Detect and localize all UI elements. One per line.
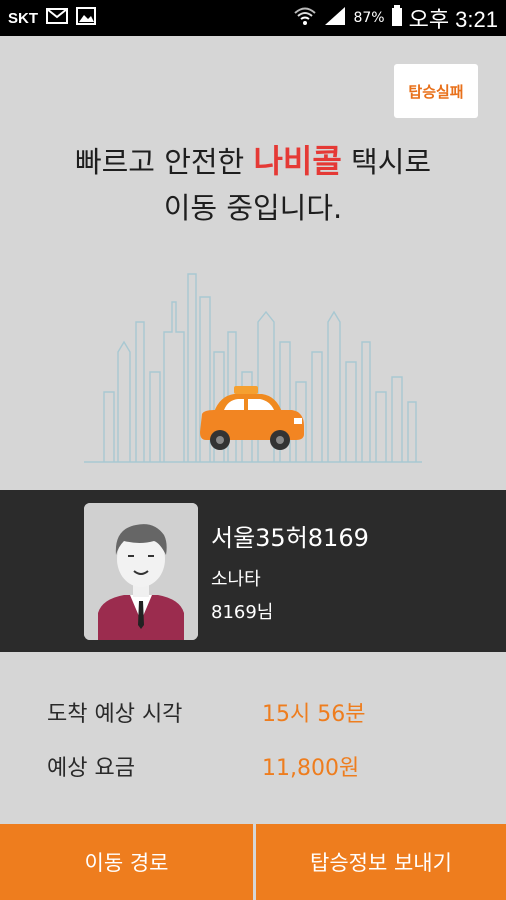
driver-avatar: [84, 503, 198, 640]
brand-name: 나비콜: [253, 142, 342, 180]
wifi-icon: [293, 6, 317, 30]
clock: 오후 3:21: [408, 7, 498, 32]
boarding-failed-button[interactable]: 탑승실패: [394, 64, 478, 118]
car-model: 소나타: [211, 569, 261, 590]
signal-icon: [323, 6, 347, 30]
headline-line2: 이동 중입니다.: [163, 191, 343, 225]
fare-value: 11,800원: [262, 756, 360, 781]
status-bar: SKT 87% 오후 3:21: [0, 0, 506, 36]
bottom-action-bar: 이동 경로 탑승정보 보내기: [0, 824, 506, 900]
headline-text-pre: 빠르고 안전한: [74, 145, 254, 179]
eta-value: 15시 56분: [262, 702, 366, 727]
mail-icon: [46, 8, 68, 28]
status-headline: 빠르고 안전한 나비콜 택시로 이동 중입니다.: [0, 138, 506, 231]
carrier-label: SKT: [8, 9, 38, 27]
city-taxi-illustration: [84, 273, 422, 463]
gallery-icon: [76, 7, 96, 29]
headline-text-post: 택시로: [341, 145, 432, 179]
battery-percent: 87%: [353, 10, 385, 26]
car-plate-number: 서울35허8169: [211, 524, 369, 552]
send-ride-info-button[interactable]: 탑승정보 보내기: [256, 824, 506, 900]
eta-label: 도착 예상 시각: [47, 702, 183, 727]
ride-status-panel: 탑승실패 빠르고 안전한 나비콜 택시로 이동 중입니다.: [0, 36, 506, 490]
driver-info-band: 서울35허8169 소나타 8169님: [0, 490, 506, 652]
battery-icon: [391, 5, 403, 31]
trip-info-panel: 도착 예상 시각 15시 56분 예상 요금 11,800원: [0, 652, 506, 824]
route-button[interactable]: 이동 경로: [0, 824, 253, 900]
driver-name: 8169님: [211, 602, 274, 623]
fare-label: 예상 요금: [47, 756, 135, 781]
